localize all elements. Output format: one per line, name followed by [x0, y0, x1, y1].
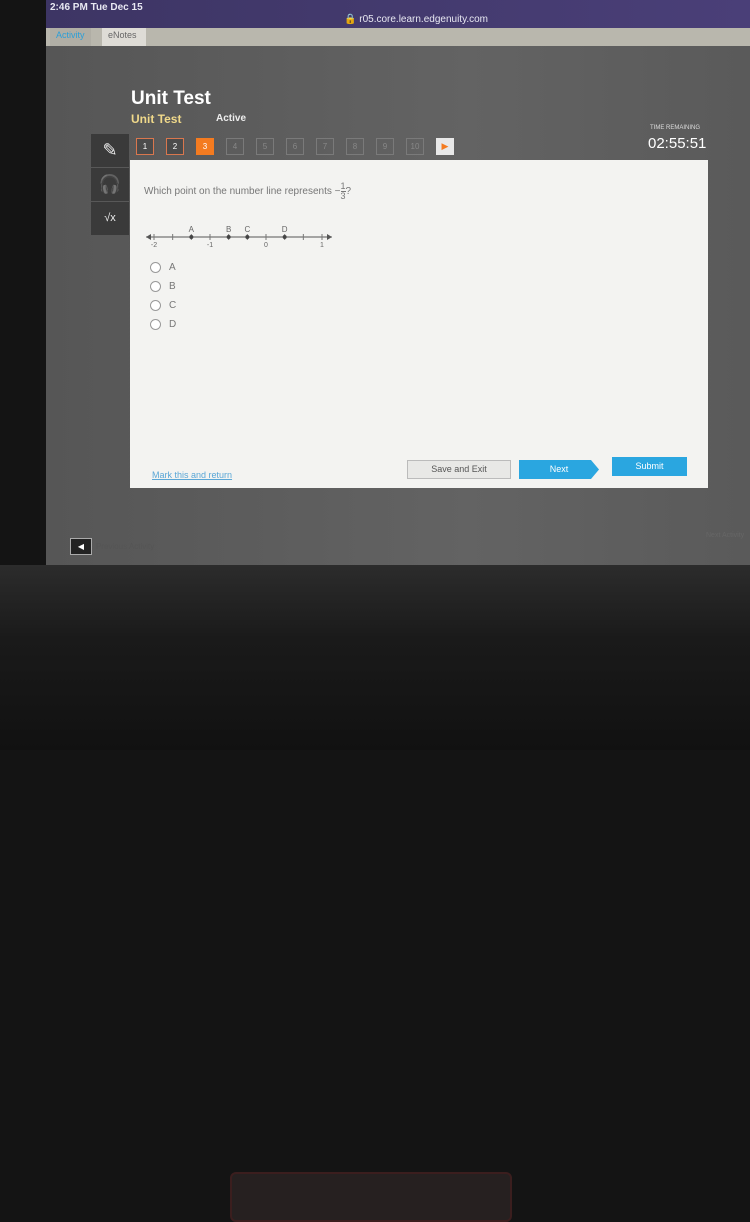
point-label: D	[282, 225, 288, 234]
previous-activity-button[interactable]: ◀	[70, 538, 92, 555]
option-label: D	[169, 319, 177, 331]
next-activity-label[interactable]: Next Activity	[706, 532, 744, 539]
question-button-2[interactable]: 2	[166, 138, 184, 155]
point-A	[189, 235, 194, 239]
previous-activity-label[interactable]: Previous Activity	[96, 542, 154, 551]
screen: 2:46 PM Tue Dec 15 🔒 r05.core.learn.edge…	[46, 0, 750, 565]
next-question-arrow-icon[interactable]: ▶	[436, 138, 454, 155]
timer-label: TIME REMAINING	[650, 125, 701, 131]
timer: 02:55:51	[648, 135, 707, 152]
tick-label: 0	[264, 242, 268, 249]
option-D[interactable]: D	[150, 319, 176, 330]
prompt-suffix: ?	[345, 186, 352, 198]
tick-label: -2	[151, 242, 157, 249]
tick-label: -1	[207, 242, 213, 249]
calculator-icon[interactable]: √x	[91, 202, 129, 235]
url-bar[interactable]: 🔒 r05.core.learn.edgenuity.com	[344, 14, 488, 25]
tab-bar: Activity eNotes	[46, 28, 750, 46]
save-and-exit-button[interactable]: Save and Exit	[407, 460, 511, 479]
question-button-4[interactable]: 4	[226, 138, 244, 155]
submit-button[interactable]: Submit	[612, 457, 687, 476]
point-D	[282, 235, 287, 239]
point-B	[226, 235, 231, 239]
question-button-3[interactable]: 3	[196, 138, 214, 155]
question-button-7[interactable]: 7	[316, 138, 334, 155]
mark-and-return-link[interactable]: Mark this and return	[152, 470, 232, 480]
question-button-10[interactable]: 10	[406, 138, 424, 155]
option-label: B	[169, 281, 176, 293]
tick-label: 1	[320, 242, 324, 249]
next-button[interactable]: Next	[519, 460, 599, 479]
question-prompt: Which point on the number line represent…	[144, 182, 351, 201]
main-area: Unit Test Unit Test Active TIME REMAININ…	[46, 46, 750, 565]
radio-button[interactable]	[150, 300, 161, 311]
status-label: Active	[216, 113, 247, 124]
url-text: r05.core.learn.edgenuity.com	[359, 14, 489, 25]
option-label: C	[169, 300, 177, 312]
question-button-8[interactable]: 8	[346, 138, 364, 155]
radio-button[interactable]	[150, 262, 161, 273]
prompt-text: Which point on the number line represent…	[144, 186, 335, 198]
question-button-5[interactable]: 5	[256, 138, 274, 155]
clock: 2:46 PM Tue Dec 15	[50, 2, 143, 13]
hinge	[230, 1172, 512, 1222]
question-button-6[interactable]: 6	[286, 138, 304, 155]
tab-enotes[interactable]: eNotes	[102, 28, 146, 46]
option-B[interactable]: B	[150, 281, 176, 292]
tab-activity[interactable]: Activity	[50, 28, 91, 46]
page-title: Unit Test	[131, 88, 211, 109]
point-label: A	[189, 225, 195, 234]
option-A[interactable]: A	[150, 262, 176, 273]
pencil-icon[interactable]: ✎	[91, 134, 129, 167]
point-label: C	[244, 225, 250, 234]
point-C	[245, 235, 250, 239]
radio-button[interactable]	[150, 281, 161, 292]
question-button-9[interactable]: 9	[376, 138, 394, 155]
number-line: -2 -1 0 1 A B C D	[146, 225, 332, 249]
option-label: A	[169, 262, 176, 274]
status-bar: 2:46 PM Tue Dec 15 🔒 r05.core.learn.edge…	[46, 0, 750, 28]
page-subtitle: Unit Test	[131, 112, 182, 126]
question-card: Which point on the number line represent…	[130, 160, 708, 488]
radio-button[interactable]	[150, 319, 161, 330]
option-C[interactable]: C	[150, 300, 176, 311]
question-button-1[interactable]: 1	[136, 138, 154, 155]
point-label: B	[226, 225, 231, 234]
headphones-icon[interactable]: 🎧	[91, 168, 129, 201]
laptop-bezel	[0, 565, 750, 1222]
